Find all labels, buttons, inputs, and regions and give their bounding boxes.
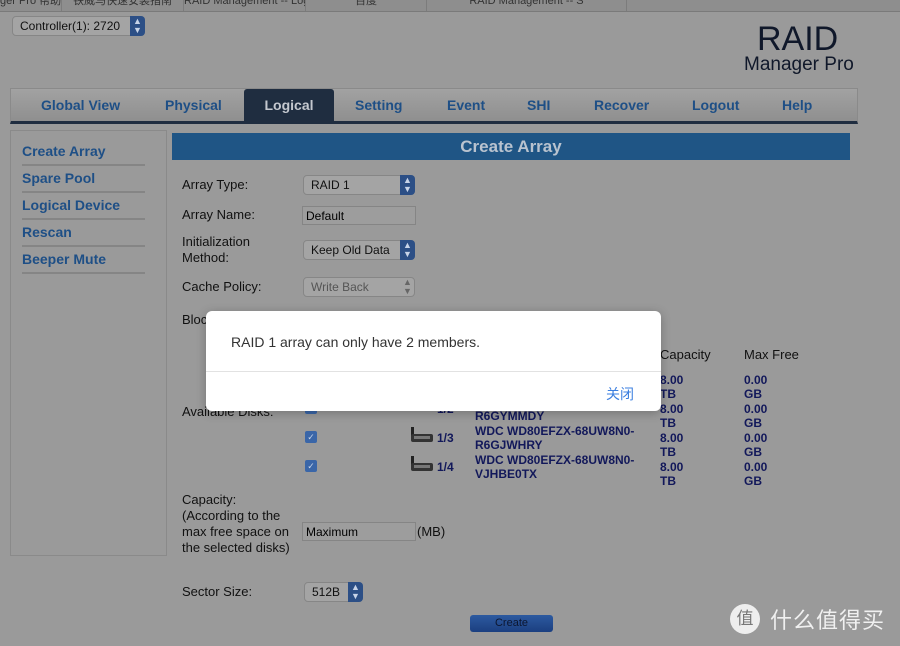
capacity-input[interactable]: [302, 522, 416, 541]
tab-recover[interactable]: Recover: [594, 89, 649, 122]
sector-size-value: 512B: [312, 585, 341, 599]
select-arrows-icon: ▲ ▼: [348, 582, 363, 602]
watermark-logo-icon: 值: [730, 604, 760, 634]
browser-tab[interactable]: 百度: [306, 0, 427, 11]
sidebar: Create Array Spare Pool Logical Device R…: [10, 130, 167, 556]
tab-logical[interactable]: Logical: [244, 89, 334, 122]
array-type-value: RAID 1: [311, 178, 350, 192]
sidebar-item-beeper-mute[interactable]: Beeper Mute: [22, 248, 145, 274]
init-method-select[interactable]: Keep Old Data ▲ ▼: [303, 240, 415, 260]
disk-port: 1/4: [437, 460, 454, 474]
capacity-unit: (MB): [417, 524, 446, 539]
watermark-text: 什么值得买: [770, 608, 886, 633]
disk-model: R6GYMMDY: [475, 409, 545, 423]
disk-checkbox[interactable]: ✓: [305, 431, 317, 443]
sidebar-item-rescan[interactable]: Rescan: [22, 221, 145, 247]
array-name-label: Array Name:: [182, 207, 255, 222]
sector-size-label: Sector Size:: [182, 584, 253, 599]
disk-model: WDC WD80EFZX-68UW8N0-VJHBE0TX: [475, 453, 635, 481]
array-name-input[interactable]: [302, 206, 416, 225]
alert-dialog: RAID 1 array can only have 2 members. 关闭: [206, 311, 661, 411]
sidebar-item-logical-device[interactable]: Logical Device: [22, 194, 145, 220]
controller-value: Controller(1): 2720: [20, 19, 121, 33]
tab-setting[interactable]: Setting: [355, 89, 402, 122]
tab-event[interactable]: Event: [447, 89, 485, 122]
create-button[interactable]: Create: [470, 615, 553, 632]
cache-policy-value: Write Back: [311, 280, 369, 294]
disk-capacity: 8.00 TB: [660, 460, 684, 488]
init-method-value: Keep Old Data: [311, 243, 390, 257]
browser-tab[interactable]: ger Pro 帮助: [0, 0, 62, 11]
select-arrows-icon: ▲ ▼: [400, 240, 415, 260]
hard-disk-icon: [411, 427, 433, 442]
disk-model: WDC WD80EFZX-68UW8N0-R6GJWHRY: [475, 424, 635, 452]
disk-checkbox[interactable]: ✓: [305, 460, 317, 472]
cache-policy-select[interactable]: Write Back ▲ ▼: [303, 277, 415, 297]
browser-tab-bar: ger Pro 帮助 铁威马快速安装指南 RAID Management -- …: [0, 0, 900, 12]
divider: [206, 371, 661, 372]
browser-tab[interactable]: RAID Management -- Logical: [184, 0, 306, 11]
col-capacity: Capacity: [660, 347, 711, 362]
disk-max-free: 0.00 GB: [744, 373, 768, 401]
disk-max-free: 0.00 GB: [744, 460, 768, 488]
logo-subtitle: Manager Pro: [744, 54, 854, 75]
browser-tab[interactable]: 铁威马快速安装指南: [62, 0, 184, 11]
disk-max-free: 0.00 GB: [744, 402, 768, 430]
tab-physical[interactable]: Physical: [165, 89, 222, 122]
array-type-select[interactable]: RAID 1 ▲ ▼: [303, 175, 415, 195]
disk-capacity: 8.00 TB: [660, 373, 684, 401]
page-title: Create Array: [172, 133, 850, 160]
hard-disk-icon: [411, 456, 433, 471]
disk-port: 1/3: [437, 431, 454, 445]
disk-capacity: 8.00 TB: [660, 402, 684, 430]
select-arrows-icon: ▲ ▼: [400, 175, 415, 195]
cache-policy-label: Cache Policy:: [182, 279, 262, 294]
disk-capacity: 8.00 TB: [660, 431, 684, 459]
array-type-label: Array Type:: [182, 177, 249, 192]
tab-help[interactable]: Help: [782, 89, 812, 122]
sidebar-item-create-array[interactable]: Create Array: [22, 140, 145, 166]
col-max-free: Max Free: [744, 347, 799, 362]
block-size-label: Bloc: [182, 312, 208, 327]
alert-message: RAID 1 array can only have 2 members.: [231, 334, 480, 350]
sidebar-item-spare-pool[interactable]: Spare Pool: [22, 167, 145, 193]
select-arrows-icon: ▲ ▼: [130, 16, 145, 36]
browser-tab[interactable]: RAID Management -- S: [427, 0, 627, 11]
controller-select[interactable]: Controller(1): 2720 ▲ ▼: [12, 16, 145, 36]
tab-global-view[interactable]: Global View: [41, 89, 120, 122]
tab-logout[interactable]: Logout: [692, 89, 739, 122]
watermark: 值 什么值得买: [730, 603, 885, 635]
capacity-label: Capacity: (According to the max free spa…: [182, 492, 290, 555]
init-method-label: Initialization Method:: [182, 234, 250, 265]
disk-max-free: 0.00 GB: [744, 431, 768, 459]
tab-shi[interactable]: SHI: [527, 89, 550, 122]
sector-size-select[interactable]: 512B ▲ ▼: [304, 582, 363, 602]
main-nav: Global View Physical Logical Setting Eve…: [10, 88, 858, 124]
select-arrows-icon: ▲ ▼: [403, 277, 412, 296]
close-button[interactable]: 关闭: [606, 384, 634, 404]
